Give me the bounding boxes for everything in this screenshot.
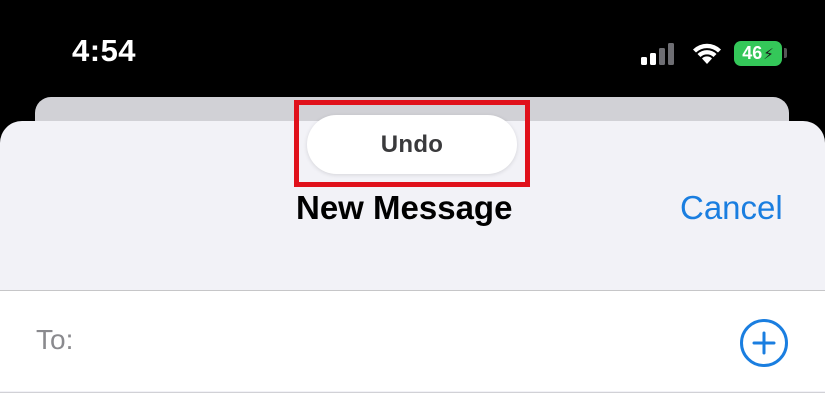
undo-button[interactable]: Undo — [307, 115, 517, 174]
status-time: 4:54 — [72, 33, 137, 68]
to-label: To: — [36, 324, 74, 355]
add-recipient-button[interactable] — [740, 319, 788, 367]
plus-icon — [752, 331, 776, 355]
recipient-input[interactable] — [90, 318, 710, 362]
wifi-icon — [693, 43, 721, 64]
charging-bolt-icon: ⚡ — [763, 45, 774, 63]
page-title: New Message — [296, 189, 513, 226]
battery-indicator: 46 ⚡ — [734, 41, 782, 66]
screen: 4:54 46 ⚡ Undo New Message Cancel To: — [0, 0, 825, 413]
battery-nub — [784, 48, 787, 58]
message-area — [0, 393, 825, 413]
battery-level: 46 — [742, 43, 763, 63]
cellular-signal-icon — [641, 43, 674, 65]
cancel-button[interactable]: Cancel — [680, 189, 783, 227]
